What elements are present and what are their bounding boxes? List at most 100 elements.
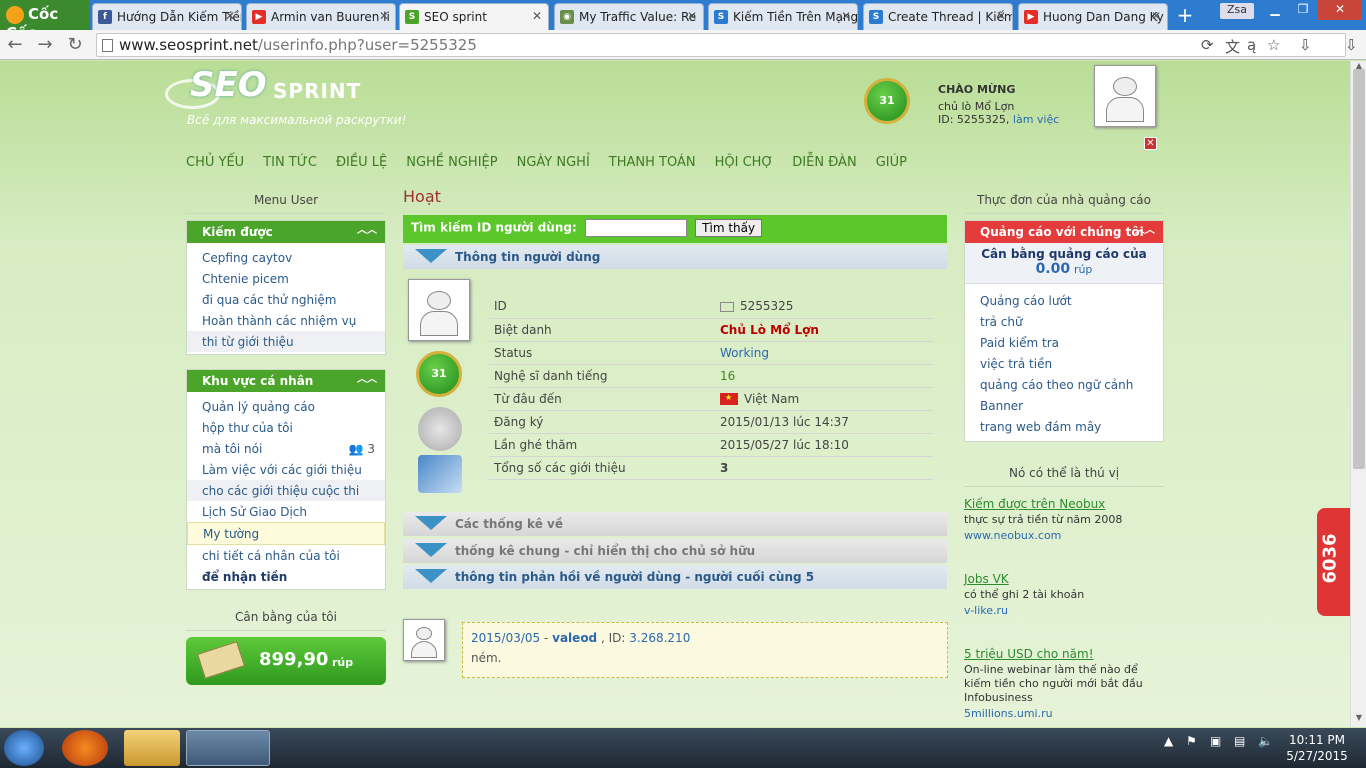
user-id-input[interactable] [584,219,687,237]
seosprint-logo[interactable]: SEO SPRINT Всё для максимальной раскрутк… [165,65,406,129]
earn-header[interactable]: Kiếm được ︿︿ [187,221,385,243]
nav-rules[interactable]: ĐIỀU LỆ [336,155,387,170]
maximize-button[interactable]: ❐ [1290,0,1316,20]
close-icon[interactable]: ✕ [687,9,697,23]
tab-traffic-value[interactable]: ◉ My Traffic Value: Re ✕ [554,3,704,30]
star-icon[interactable]: ☆ [1267,36,1280,54]
download-icon[interactable]: ⇩ [1299,36,1312,54]
volume-icon[interactable]: 🔈 [1258,734,1273,748]
system-clock[interactable]: 10:11 PM 5/27/2015 [1284,732,1350,764]
menu-transactions[interactable]: Lịch Sử Giao Dịch [187,501,385,522]
balance-widget[interactable]: 899,90 rúp [186,637,386,685]
menu-tasks[interactable]: Hoàn thành các nhiệm vụ [187,310,385,331]
nav-home[interactable]: CHỦ YẾU [186,155,244,170]
tab-create-thread[interactable]: S Create Thread | Kiếm ✕ [863,3,1013,30]
nav-career[interactable]: NGHỀ NGHIỆP [406,155,497,170]
ad-context[interactable]: quảng cáo theo ngữ cảnh [965,374,1163,395]
network-icon[interactable]: ▤ [1234,734,1245,748]
start-button[interactable] [4,730,44,766]
close-icon[interactable]: ✕ [225,9,235,23]
reload-icon[interactable]: ↻ [64,34,86,56]
ad-cloud[interactable]: trang web đám mây [965,416,1163,437]
menu-my-wall[interactable]: My tường [187,522,385,545]
profile-button[interactable]: Zsa [1220,3,1254,19]
collapse-icon[interactable]: ︿︿ [357,221,381,243]
nav-help[interactable]: GIÚP [876,155,907,170]
tab-seo-sprint[interactable]: S SEO sprint ✕ [399,3,549,30]
commenter-name[interactable]: valeod [552,631,597,645]
menu-ads-manage[interactable]: Quản lý quảng cáo [187,396,385,417]
close-icon[interactable]: ✕ [1144,137,1157,150]
feedback-header[interactable]: thông tin phản hồi về người dùng - người… [403,565,947,589]
nav-fair[interactable]: HỘI CHỢ [715,155,774,170]
close-icon[interactable]: ✕ [841,9,851,23]
nav-news[interactable]: TIN TỨC [263,155,317,170]
search-button[interactable]: Tìm thấy [695,219,763,237]
menu-tests[interactable]: đi qua các thử nghiệm [187,289,385,310]
close-icon[interactable]: ✕ [379,9,389,23]
stats-header[interactable]: Các thống kê về [403,512,947,536]
ads-header[interactable]: Quảng cáo với chúng tôi ︿︿ [965,221,1163,243]
close-window-button[interactable]: ✕ [1318,0,1362,20]
side-counter-tab[interactable]: 6036 [1317,508,1350,616]
translate-icon[interactable]: 文 [1225,36,1240,57]
menu-referrals[interactable]: Làm việc với các giới thiệu [187,459,385,480]
work-link[interactable]: làm việc [1013,113,1059,126]
nav-holidays[interactable]: NGÀY NGHỈ [517,155,590,170]
ad-paid-check[interactable]: Paid kiểm tra [965,332,1163,353]
menu-personal-details[interactable]: chi tiết cá nhân của tôi [187,545,385,566]
sponsor-link[interactable]: Jobs VK [964,572,1164,586]
mail-icon[interactable] [720,301,734,312]
ad-paid-tasks[interactable]: việc trả tiền [965,353,1163,374]
minimize-button[interactable]: ▁ [1262,0,1288,20]
address-bar: ← → ↻ www.seosprint.net/userinfo.php?use… [0,30,1366,60]
menu-withdraw[interactable]: để nhận tiền [187,566,385,587]
personal-header[interactable]: Khu vực cá nhân ︿︿ [187,370,385,392]
close-icon[interactable]: ✕ [996,9,1006,23]
scroll-down-icon[interactable]: ▼ [1353,713,1365,725]
firefox-icon[interactable] [62,730,108,766]
menu-inbox[interactable]: hộp thư của tôi [187,417,385,438]
url-input[interactable]: www.seosprint.net/userinfo.php?user=5255… [96,33,1346,57]
tab-armin[interactable]: ▶ Armin van Buuren li ✕ [246,3,396,30]
ad-letters[interactable]: trả chữ [965,311,1163,332]
scroll-thumb[interactable] [1353,69,1365,469]
commenter-id[interactable]: 3.268.210 [629,631,690,645]
close-icon[interactable]: ✕ [1151,9,1161,23]
sync-icon[interactable]: ⟳ [1201,36,1214,54]
menu-referral-contest2[interactable]: cho các giới thiệu cuộc thi [187,480,385,501]
spell-icon[interactable]: ą [1247,36,1256,54]
collapse-icon[interactable]: ︿︿ [1135,221,1159,243]
menu-cepfing[interactable]: Cepfing caytov [187,247,385,268]
menu-chtenie[interactable]: Chtenie picem [187,268,385,289]
menu-referral-contest[interactable]: thi từ giới thiệu [187,331,385,352]
collapse-icon[interactable]: ︿︿ [357,370,381,392]
nav-payments[interactable]: THANH TOÁN [609,155,696,170]
device-icon[interactable]: ▣ [1210,734,1221,748]
ad-surfing[interactable]: Quảng cáo lướt [965,290,1163,311]
user-info-header[interactable]: Thông tin người dùng [403,245,947,269]
tab-huong-dan[interactable]: f Hướng Dẫn Kiếm Tiền ✕ [92,3,242,30]
owner-stats-header[interactable]: thống kê chung - chỉ hiển thị cho chủ sở… [403,539,947,563]
back-icon[interactable]: ← [4,34,26,56]
page-scrollbar[interactable]: ▲ ▼ [1350,61,1366,727]
coccoc-logo[interactable]: Cốc Cốc [0,0,90,42]
tray-arrow-icon[interactable]: ▲ [1164,734,1173,748]
sponsor-link[interactable]: Kiếm được trên Neobux [964,497,1164,511]
tab-kiem-tien[interactable]: S Kiếm Tiền Trên Mạng ✕ [708,3,858,30]
download-tray-icon[interactable]: ⇩ [1345,36,1358,54]
ad-banner[interactable]: Banner [965,395,1163,416]
coccoc-taskbar-icon[interactable] [186,730,270,766]
forward-icon[interactable]: → [34,34,56,56]
close-icon[interactable]: ✕ [532,9,542,23]
sponsor-link[interactable]: 5 triệu USD cho năm! [964,647,1164,661]
commenter-avatar[interactable] [403,619,445,661]
user-avatar[interactable] [1094,65,1156,127]
explorer-icon[interactable] [124,730,180,766]
site-icon: S [869,10,883,24]
flag-icon[interactable]: ⚑ [1186,734,1197,748]
nav-forum[interactable]: DIỄN ĐÀN [792,155,856,170]
new-tab-button[interactable]: + [1172,5,1198,27]
tab-huong-dan-dang-ky[interactable]: ▶ Huong Dan Dang Ky ✕ [1018,3,1168,30]
menu-mentions[interactable]: mà tôi nói 👥 3 [187,438,385,459]
